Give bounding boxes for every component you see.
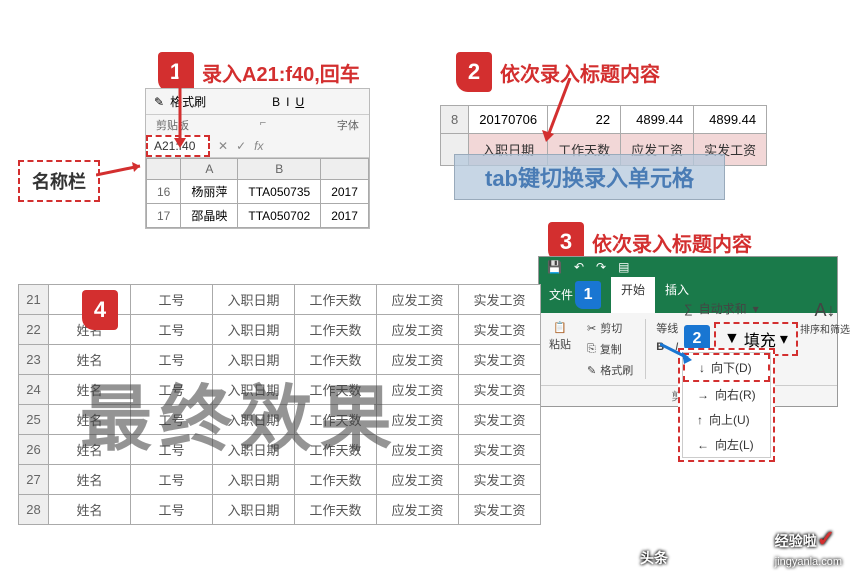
check-icon: ✓ [817, 526, 835, 551]
tab-overlay-text: tab键切换录入单元格 [454, 154, 725, 200]
autosum-row: ∑自动求和▾ [684, 300, 759, 317]
touch-icon[interactable]: ▤ [618, 260, 629, 274]
step4-badge: 4 [82, 290, 118, 330]
arrow-step1-down [170, 76, 190, 156]
format-brush-button[interactable]: ✎格式刷 [585, 361, 635, 379]
footer-brand: 经验啦✓ jingyanla.com [775, 526, 842, 568]
redo-icon[interactable]: ↷ [596, 260, 606, 274]
copy-icon: ⎘ [587, 343, 596, 356]
step2-badge: 2 [456, 52, 492, 92]
paste-icon: 📋 [553, 321, 567, 334]
arrow-left-icon: ← [697, 438, 709, 452]
paste-button[interactable]: 📋 粘贴 [545, 319, 575, 354]
fx-icon[interactable]: fx [254, 139, 263, 153]
arrow-to-namebox [96, 160, 156, 190]
fill-up-item[interactable]: ↑向上(U) [683, 407, 770, 432]
fill-right-item[interactable]: →向右(R) [683, 382, 770, 407]
undo-icon[interactable]: ↶ [574, 260, 584, 274]
tab-home[interactable]: 开始 [611, 277, 655, 313]
brush-icon: ✎ [154, 95, 164, 109]
scissors-icon: ✂ [587, 322, 596, 335]
arrow-step2-down [540, 78, 580, 148]
confirm-icon[interactable]: ✓ [236, 139, 246, 153]
copy-button[interactable]: ⎘复制 [585, 340, 635, 358]
step2-title: 依次录入标题内容 [500, 58, 660, 87]
mini-sheet: AB 16杨丽萍TTA0507352017 17邵晶映TTA0507022017 [146, 158, 369, 228]
namebar-label: 名称栏 [18, 160, 100, 202]
footer-source: 头条 [640, 548, 668, 568]
step1-title: 录入A21:f40,回车 [202, 58, 360, 87]
arrow-up-icon: ↑ [697, 413, 703, 427]
tab-file[interactable]: 文件1 [539, 277, 611, 313]
arrow-to-fill [660, 338, 700, 368]
cut-button[interactable]: ✂剪切 [585, 319, 635, 337]
cancel-icon[interactable]: ✕ [218, 139, 228, 153]
quick-access-toolbar: 💾 ↶ ↷ ▤ [539, 257, 837, 277]
fill-down-icon: ▼ [724, 330, 740, 348]
fill-left-item[interactable]: ←向左(L) [683, 432, 770, 457]
brush-icon: ✎ [587, 364, 596, 377]
font-select[interactable]: 等线 [654, 319, 680, 337]
arrow-right-icon: → [697, 388, 709, 402]
sigma-icon[interactable]: ∑ [684, 302, 693, 316]
step3-title: 依次录入标题内容 [592, 228, 752, 257]
save-icon[interactable]: 💾 [547, 260, 562, 274]
sort-filter-button[interactable]: A↓ 排序和筛选 [800, 300, 850, 336]
font-group-label: 字体 [337, 117, 359, 133]
